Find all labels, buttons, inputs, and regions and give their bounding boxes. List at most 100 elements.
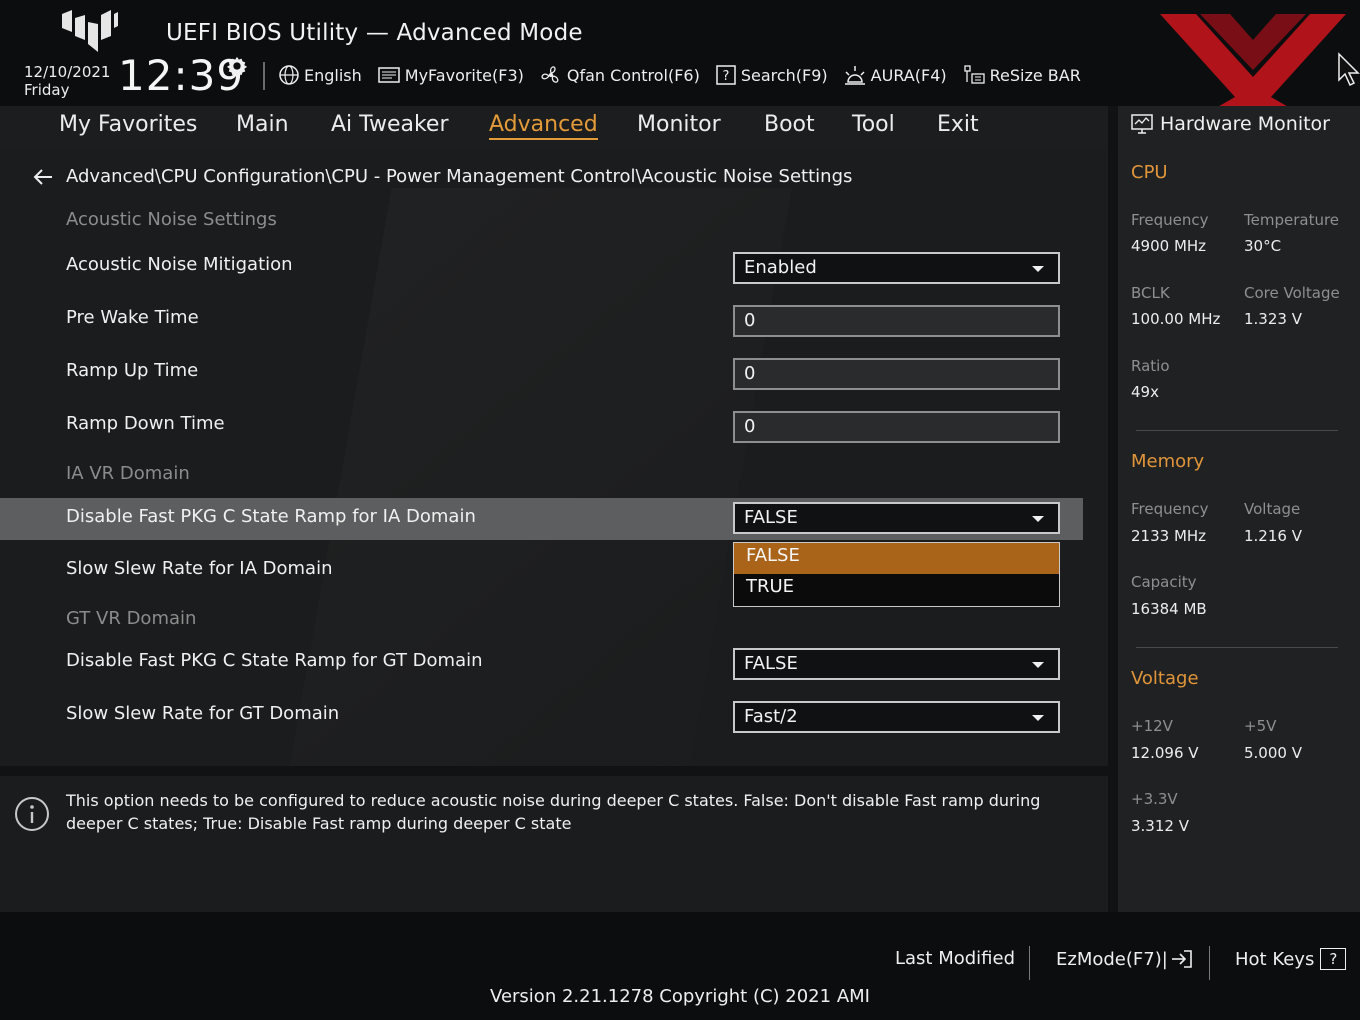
myfavorite-label: MyFavorite(F3) bbox=[404, 65, 524, 85]
toolbar: English MyFavorite(F3) Qfan Control(F6) … bbox=[278, 60, 1096, 90]
section-gt-vr-domain: GT VR Domain bbox=[66, 608, 197, 629]
cpu-temperature-label: Temperature bbox=[1244, 211, 1340, 229]
disable-fast-pkg-ia-select[interactable]: FALSE bbox=[733, 502, 1060, 534]
day-text: Friday bbox=[24, 81, 70, 99]
tab-exit[interactable]: Exit bbox=[937, 112, 979, 137]
v12-value: 12.096 V bbox=[1131, 744, 1199, 762]
aura-label: AURA(F4) bbox=[870, 65, 947, 85]
hardware-monitor-panel: Hardware Monitor CPU Frequency 4900 MHz … bbox=[1118, 106, 1360, 912]
slow-slew-rate-gt-select[interactable]: Fast/2 bbox=[733, 701, 1060, 733]
favorite-icon bbox=[378, 67, 400, 83]
tab-ai-tweaker[interactable]: Ai Tweaker bbox=[331, 112, 449, 137]
tab-main[interactable]: Main bbox=[236, 112, 289, 137]
dropdown-menu: FALSE TRUE bbox=[733, 542, 1060, 607]
help-text: This option needs to be configured to re… bbox=[66, 791, 1041, 833]
ramp-up-time-input[interactable]: 0 bbox=[733, 358, 1060, 390]
bclk-value: 100.00 MHz bbox=[1131, 310, 1221, 328]
v33-value: 3.312 V bbox=[1131, 817, 1189, 835]
date-text: 12/10/2021 bbox=[24, 63, 111, 81]
main-tab-bar: My Favorites Main Ai Tweaker Advanced Mo… bbox=[0, 106, 1108, 148]
v5-label: +5V bbox=[1244, 717, 1277, 735]
memory-capacity-value: 16384 MB bbox=[1131, 600, 1207, 618]
resize-bar-button[interactable]: ReSize BAR bbox=[962, 64, 1081, 86]
language-label: English bbox=[304, 65, 362, 85]
acoustic-noise-mitigation-select[interactable]: Enabled bbox=[733, 252, 1060, 284]
setting-label: Acoustic Noise Mitigation bbox=[66, 254, 293, 275]
resize-bar-label: ReSize BAR bbox=[989, 65, 1081, 85]
hw-section-memory: Memory bbox=[1131, 451, 1205, 472]
disable-fast-pkg-gt-select[interactable]: FALSE bbox=[733, 648, 1060, 680]
ratio-label: Ratio bbox=[1131, 357, 1170, 375]
tab-my-favorites[interactable]: My Favorites bbox=[59, 112, 197, 137]
dropdown-option-true[interactable]: TRUE bbox=[734, 574, 1059, 605]
tab-monitor[interactable]: Monitor bbox=[637, 112, 721, 137]
hardware-monitor-title-text: Hardware Monitor bbox=[1160, 113, 1330, 135]
footer-bar: Last Modified EzMode(F7)| Hot Keys ? Ver… bbox=[0, 912, 1360, 1020]
section-acoustic-noise-settings: Acoustic Noise Settings bbox=[66, 209, 277, 230]
qfan-button[interactable]: Qfan Control(F6) bbox=[539, 64, 700, 86]
tab-advanced[interactable]: Advanced bbox=[489, 112, 598, 140]
info-icon bbox=[15, 797, 49, 831]
v33-label: +3.3V bbox=[1131, 790, 1178, 808]
question-icon: ? bbox=[1320, 948, 1347, 970]
back-arrow-icon[interactable] bbox=[32, 168, 54, 186]
resize-bar-icon bbox=[963, 65, 985, 84]
setting-label: Disable Fast PKG C State Ramp for GT Dom… bbox=[66, 650, 483, 671]
v12-label: +12V bbox=[1131, 717, 1173, 735]
settings-panel: Advanced\CPU Configuration\CPU - Power M… bbox=[0, 148, 1108, 766]
exit-arrow-icon bbox=[1171, 950, 1192, 968]
fan-icon bbox=[541, 66, 559, 83]
tab-boot[interactable]: Boot bbox=[764, 112, 815, 137]
myfavorite-button[interactable]: MyFavorite(F3) bbox=[377, 65, 524, 85]
v5-value: 5.000 V bbox=[1244, 744, 1302, 762]
cpu-temperature-value: 30°C bbox=[1244, 237, 1282, 255]
breadcrumb: Advanced\CPU Configuration\CPU - Power M… bbox=[32, 166, 852, 187]
last-modified-button[interactable]: Last Modified bbox=[895, 948, 1015, 969]
ramp-down-time-input[interactable]: 0 bbox=[733, 411, 1060, 443]
setting-label: Ramp Down Time bbox=[66, 413, 225, 434]
pre-wake-time-input[interactable]: 0 bbox=[733, 305, 1060, 337]
hotkeys-label: Hot Keys bbox=[1235, 948, 1315, 970]
breadcrumb-path: Advanced\CPU Configuration\CPU - Power M… bbox=[66, 166, 853, 187]
globe-icon bbox=[279, 65, 299, 85]
memory-capacity-label: Capacity bbox=[1131, 573, 1197, 591]
search-label: Search(F9) bbox=[740, 65, 828, 85]
tuf-logo-icon bbox=[62, 10, 118, 52]
memory-voltage-label: Voltage bbox=[1244, 500, 1301, 518]
cpu-frequency-label: Frequency bbox=[1131, 211, 1209, 229]
hotkeys-button[interactable]: Hot Keys ? bbox=[1235, 948, 1347, 970]
setting-label: Slow Slew Rate for GT Domain bbox=[66, 703, 340, 724]
language-button[interactable]: English bbox=[278, 64, 362, 86]
search-button[interactable]: ? Search(F9) bbox=[715, 64, 828, 86]
search-help-icon: ? bbox=[716, 65, 736, 85]
version-text: Version 2.21.1278 Copyright (C) 2021 AMI bbox=[490, 986, 870, 1007]
mouse-cursor-icon bbox=[1338, 52, 1360, 87]
memory-frequency-value: 2133 MHz bbox=[1131, 527, 1207, 545]
footer-divider bbox=[1209, 946, 1210, 980]
monitor-icon bbox=[1131, 114, 1153, 134]
hw-divider bbox=[1136, 430, 1338, 431]
setting-label: Disable Fast PKG C State Ramp for IA Dom… bbox=[66, 506, 476, 527]
core-voltage-value: 1.323 V bbox=[1244, 310, 1302, 328]
footer-divider bbox=[1029, 946, 1030, 980]
setting-label: Pre Wake Time bbox=[66, 307, 199, 328]
ratio-value: 49x bbox=[1131, 383, 1159, 401]
hw-divider bbox=[1136, 647, 1338, 648]
header-divider bbox=[263, 62, 265, 90]
app-title: UEFI BIOS Utility — Advanced Mode bbox=[166, 20, 583, 46]
dropdown-option-false[interactable]: FALSE bbox=[734, 543, 1059, 574]
ezmode-button[interactable]: EzMode(F7)| bbox=[1056, 948, 1194, 970]
section-ia-vr-domain: IA VR Domain bbox=[66, 463, 190, 484]
date-display: 12/10/2021 Friday bbox=[24, 63, 110, 99]
tab-tool[interactable]: Tool bbox=[852, 112, 895, 137]
core-voltage-label: Core Voltage bbox=[1244, 284, 1340, 302]
cpu-frequency-value: 4900 MHz bbox=[1131, 237, 1207, 255]
aura-button[interactable]: AURA(F4) bbox=[843, 64, 947, 86]
gear-icon[interactable] bbox=[226, 55, 248, 77]
memory-voltage-value: 1.216 V bbox=[1244, 527, 1302, 545]
hw-section-cpu: CPU bbox=[1131, 162, 1168, 183]
bclk-label: BCLK bbox=[1131, 284, 1170, 302]
aura-icon bbox=[844, 66, 865, 85]
hardware-monitor-title: Hardware Monitor bbox=[1130, 113, 1330, 135]
memory-frequency-label: Frequency bbox=[1131, 500, 1209, 518]
